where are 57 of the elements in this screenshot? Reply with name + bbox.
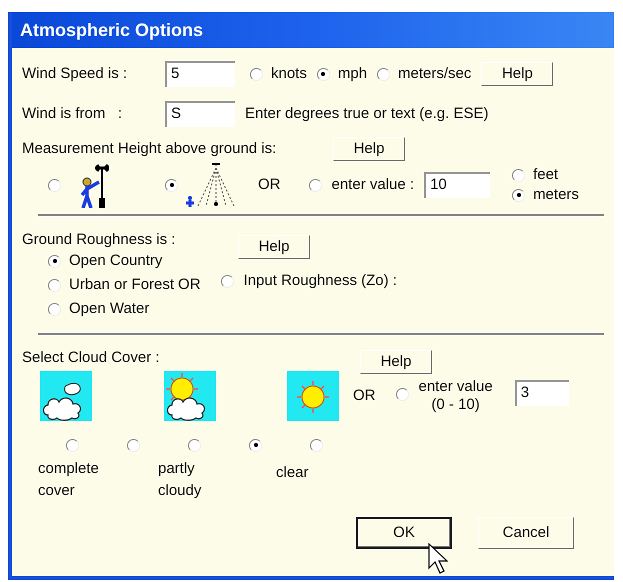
label: meters/sec bbox=[398, 64, 472, 84]
radio-button[interactable] bbox=[512, 188, 526, 202]
label: Ground Roughness is : bbox=[22, 230, 176, 250]
label: Wind Speed is : bbox=[22, 64, 128, 84]
caption: clear bbox=[276, 463, 310, 483]
label: OR bbox=[178, 274, 201, 295]
help-button[interactable]: Help bbox=[333, 137, 405, 161]
label: Open Water bbox=[69, 298, 150, 319]
input-field[interactable]: S bbox=[165, 101, 235, 127]
window-title: Atmospheric Options bbox=[20, 18, 204, 42]
label: Measurement Height above ground is: bbox=[22, 138, 278, 159]
label: mph bbox=[338, 64, 368, 84]
label: Urban or Forest bbox=[69, 274, 174, 295]
radio-button[interactable] bbox=[220, 274, 234, 288]
radio-button[interactable] bbox=[48, 278, 61, 292]
radio-button[interactable] bbox=[310, 438, 323, 452]
label: Wind is from : bbox=[22, 104, 124, 124]
label: meters bbox=[533, 184, 579, 205]
radio-button[interactable] bbox=[48, 302, 61, 316]
label: knots bbox=[271, 64, 307, 84]
help-button[interactable]: Help bbox=[238, 235, 310, 259]
radio-button[interactable] bbox=[308, 178, 322, 192]
label: feet bbox=[533, 164, 558, 185]
cancel-button[interactable]: Cancel bbox=[478, 517, 574, 549]
label: enter value bbox=[418, 378, 493, 396]
label: OR bbox=[258, 174, 280, 195]
help-button[interactable]: Help bbox=[360, 350, 432, 374]
radio-button[interactable] bbox=[396, 388, 408, 400]
label: enter value : bbox=[332, 174, 414, 195]
cursor-icon bbox=[428, 543, 448, 575]
radio-button[interactable] bbox=[316, 68, 330, 80]
radio-button[interactable] bbox=[512, 168, 526, 182]
radio-button[interactable] bbox=[249, 438, 262, 452]
sun-and-cloud-icon bbox=[164, 371, 216, 421]
input-field[interactable]: 3 bbox=[514, 380, 569, 406]
input-field[interactable]: 5 bbox=[165, 61, 235, 87]
label: (0 - 10) bbox=[431, 396, 480, 414]
label: OR bbox=[353, 386, 376, 406]
radio-button[interactable] bbox=[48, 254, 61, 268]
label: Enter degrees true or text (e.g. ESE) bbox=[245, 104, 488, 124]
help-button[interactable]: Help bbox=[481, 62, 554, 86]
sun-icon bbox=[287, 371, 339, 421]
caption: complete cover bbox=[38, 459, 100, 501]
label: Select Cloud Cover : bbox=[22, 348, 161, 368]
radio-button[interactable] bbox=[127, 438, 140, 452]
input-field[interactable]: 10 bbox=[424, 172, 490, 198]
caption: partly cloudy bbox=[158, 459, 202, 501]
cloud-icon bbox=[40, 371, 92, 421]
radio-button[interactable] bbox=[377, 68, 390, 80]
radio-button[interactable] bbox=[250, 68, 263, 80]
label: Open Country bbox=[69, 250, 162, 271]
radio-button[interactable] bbox=[48, 178, 61, 192]
radio-button[interactable] bbox=[188, 438, 201, 452]
radio-button[interactable] bbox=[66, 438, 79, 452]
ok-button[interactable]: OK bbox=[356, 517, 452, 549]
radio-button[interactable] bbox=[165, 178, 178, 192]
label: Input Roughness (Zo) : bbox=[244, 270, 397, 291]
